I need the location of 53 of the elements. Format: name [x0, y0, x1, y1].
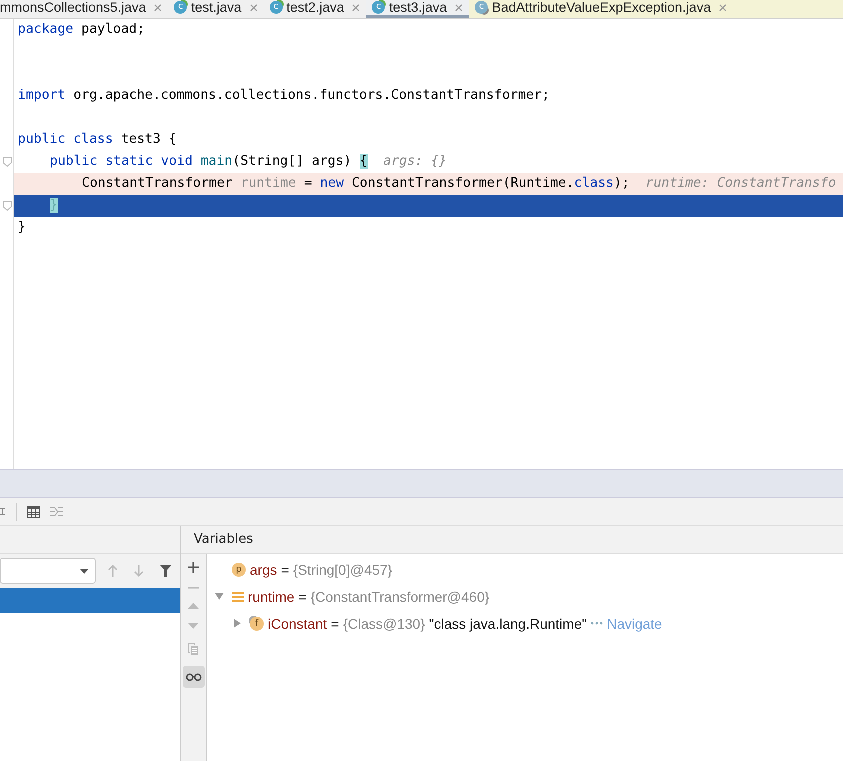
code-line: ConstantTransformer runtime = new ConstantTransformer(Runtime.class); runtime: ConstantTransfo [82, 176, 836, 191]
list-settings-icon[interactable] [50, 506, 63, 518]
toolbar-edge-icon[interactable] [0, 506, 6, 518]
variable-value: {String[0]@457} [293, 562, 392, 578]
add-icon[interactable] [188, 562, 199, 573]
fold-marker-icon[interactable] [2, 201, 12, 211]
copy-icon[interactable] [188, 643, 199, 656]
close-icon[interactable] [154, 4, 162, 12]
table-icon[interactable] [27, 506, 40, 518]
string-value: "class java.lang.Runtime" [429, 616, 588, 632]
up-arrow-icon[interactable] [108, 565, 118, 577]
class-icon: c [270, 1, 283, 14]
code-line: public static void main(String[] args) { args: {} [50, 154, 448, 169]
variable-value: {Class@130} [343, 616, 426, 632]
ellipsis-icon [591, 622, 604, 625]
variable-name: iConstant [268, 616, 328, 632]
field-icon: f [250, 616, 264, 630]
thread-dropdown[interactable] [0, 558, 96, 584]
close-icon[interactable] [250, 4, 258, 12]
glasses-icon [186, 673, 202, 681]
down-triangle-icon[interactable] [188, 623, 199, 629]
class-icon: c [475, 1, 488, 14]
code-line: package payload; [18, 22, 146, 37]
parameter-icon: p [232, 562, 246, 576]
equals-sign: = [331, 616, 340, 632]
close-icon[interactable] [719, 4, 728, 12]
close-icon[interactable] [352, 4, 360, 12]
code-line: import org.apache.commons.collections.functors.ConstantTransformer; [18, 88, 550, 103]
file-tab[interactable]: c test3.java [366, 0, 470, 18]
caret-icon [80, 568, 89, 574]
file-tab[interactable]: c BadAttributeValueExpException.java [469, 0, 843, 18]
code-line: public class test3 { [18, 132, 177, 147]
collapse-arrow-icon[interactable] [215, 592, 224, 601]
equals-sign: = [281, 562, 290, 578]
variable-name: args [250, 562, 278, 578]
filter-icon[interactable] [160, 565, 172, 577]
class-icon: c [372, 1, 386, 14]
file-tab[interactable]: c test2.java [264, 0, 366, 18]
watches-toggle-button[interactable] [182, 666, 204, 688]
file-tab[interactable]: mmonsCollections5.java [0, 0, 168, 18]
object-icon [232, 590, 244, 602]
variable-name: runtime [248, 588, 295, 604]
panel-title: Variables [194, 532, 254, 547]
close-icon[interactable] [455, 4, 464, 12]
variable-value: {ConstantTransformer@460} [310, 588, 490, 604]
code-line: } [18, 220, 26, 235]
file-tab[interactable]: c test.java [168, 0, 264, 18]
equals-sign: = [298, 588, 307, 604]
expand-arrow-icon[interactable] [233, 619, 242, 628]
fold-marker-icon[interactable] [2, 157, 12, 167]
class-icon: c [174, 1, 188, 14]
down-arrow-icon[interactable] [134, 565, 144, 577]
up-triangle-icon[interactable] [188, 603, 199, 609]
